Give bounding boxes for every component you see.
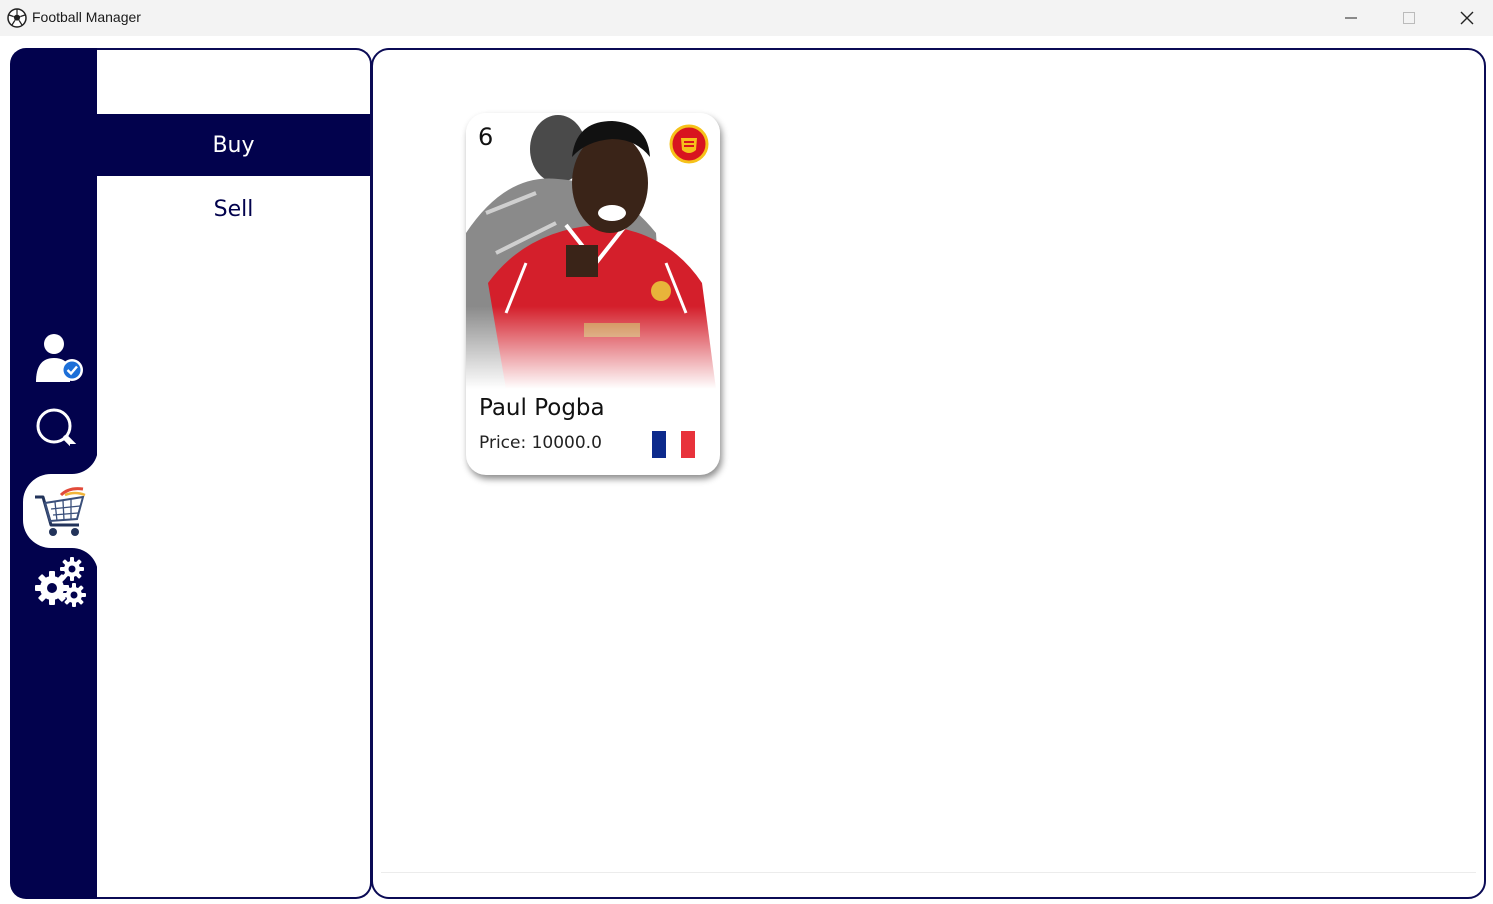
flag-stripe-red xyxy=(680,431,695,458)
soccer-ball-icon xyxy=(7,8,27,28)
player-price: Price: 10000.0 xyxy=(479,433,602,453)
submenu-item-buy[interactable]: Buy xyxy=(97,114,370,176)
content-footer-divider xyxy=(381,872,1476,873)
nav-profile-button[interactable] xyxy=(32,330,88,386)
player-name: Paul Pogba xyxy=(479,395,605,421)
close-icon xyxy=(1460,11,1474,25)
close-button[interactable] xyxy=(1438,0,1493,36)
player-shirt-number: 6 xyxy=(478,123,494,151)
nav-market-button[interactable] xyxy=(23,474,99,548)
minimize-icon xyxy=(1345,17,1357,19)
submenu-item-sell[interactable]: Sell xyxy=(97,178,370,240)
nav-settings-button[interactable] xyxy=(32,554,88,610)
maximize-button[interactable] xyxy=(1380,0,1438,36)
nav-rail xyxy=(10,48,99,899)
market-content-panel: 6 Paul Pogba Price: 10000.0 xyxy=(371,48,1486,899)
market-submenu: Buy Sell xyxy=(97,48,372,899)
minimize-button[interactable] xyxy=(1322,0,1380,36)
flag-stripe-white xyxy=(666,431,681,458)
shopping-cart-icon xyxy=(35,487,86,536)
gears-icon xyxy=(35,557,86,607)
manchester-united-crest-icon xyxy=(669,124,709,164)
title-bar: Football Manager xyxy=(0,0,1493,36)
player-card[interactable]: 6 Paul Pogba Price: 10000.0 xyxy=(466,113,720,475)
france-flag-icon xyxy=(652,431,695,458)
maximize-icon xyxy=(1403,12,1415,24)
flag-stripe-blue xyxy=(652,431,667,458)
user-verified-icon xyxy=(36,334,83,382)
window-title: Football Manager xyxy=(32,9,141,25)
